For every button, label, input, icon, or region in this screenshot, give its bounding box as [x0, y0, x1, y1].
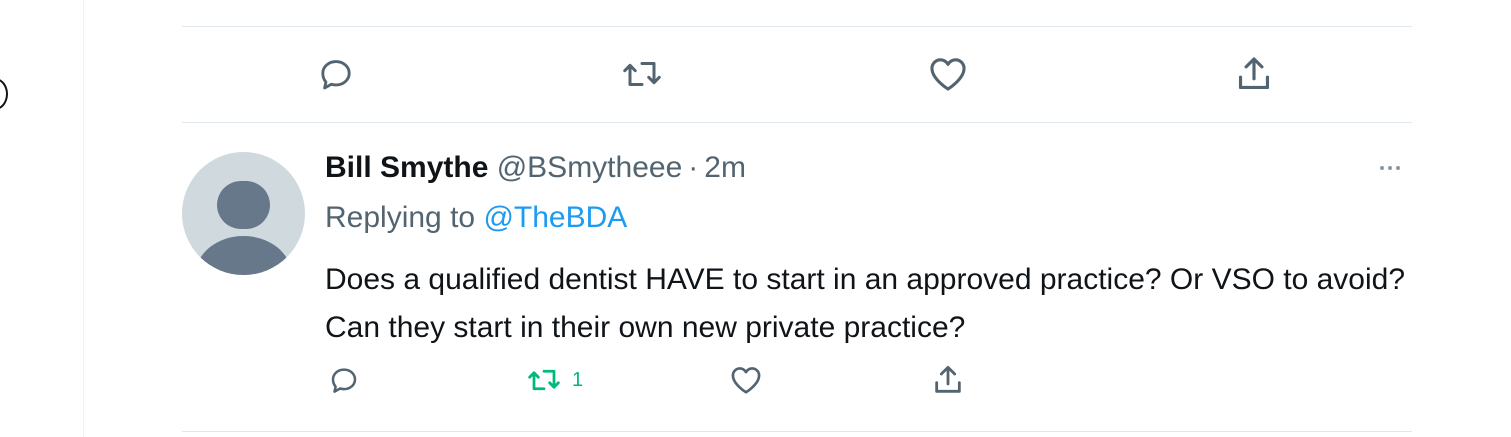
share-icon: [1238, 57, 1270, 90]
tweet-header: Bill Smythe @BSmytheee · 2m: [325, 148, 746, 188]
reply-button[interactable]: [328, 365, 360, 395]
divider-middle: [182, 122, 1412, 123]
more-options-button[interactable]: [1375, 155, 1405, 181]
replying-to-line: Replying to @TheBDA: [325, 198, 627, 238]
timeline-page: Bill Smythe @BSmytheee · 2m Replying to @T…: [0, 0, 1511, 437]
column-divider: [83, 0, 84, 437]
prev-retweet-button[interactable]: [620, 56, 664, 92]
reply-icon: [331, 368, 357, 393]
replying-to-mention[interactable]: @TheBDA: [483, 201, 627, 234]
heart-icon: [731, 367, 761, 394]
retweet-button[interactable]: 1: [526, 365, 583, 395]
prev-reply-button[interactable]: [317, 56, 355, 92]
reply-icon: [321, 60, 351, 90]
retweet-icon: [623, 62, 661, 86]
more-dot-1: [1380, 166, 1384, 170]
heart-icon: [930, 58, 966, 91]
more-dot-2: [1388, 166, 1392, 170]
prev-share-button[interactable]: [1235, 54, 1273, 94]
prev-like-button[interactable]: [928, 56, 968, 92]
author-handle[interactable]: @BSmytheee: [497, 151, 683, 184]
more-dot-3: [1396, 166, 1400, 170]
tweet-timestamp[interactable]: 2m: [704, 151, 746, 184]
header-separator: ·: [688, 151, 699, 184]
partial-nav-icon[interactable]: [0, 78, 8, 110]
share-button[interactable]: [932, 363, 964, 397]
replying-prefix: Replying to: [325, 201, 476, 234]
share-icon: [935, 365, 961, 393]
divider-top: [182, 26, 1412, 27]
retweet-icon: [528, 369, 560, 391]
like-button[interactable]: [730, 365, 762, 395]
avatar[interactable]: [182, 152, 305, 275]
author-name[interactable]: Bill Smythe: [325, 151, 488, 184]
divider-bottom: [182, 431, 1412, 432]
tweet-text: Does a qualified dentist HAVE to start i…: [325, 263, 1406, 344]
retweet-count: 1: [572, 368, 584, 391]
default-avatar-icon: [195, 181, 292, 275]
